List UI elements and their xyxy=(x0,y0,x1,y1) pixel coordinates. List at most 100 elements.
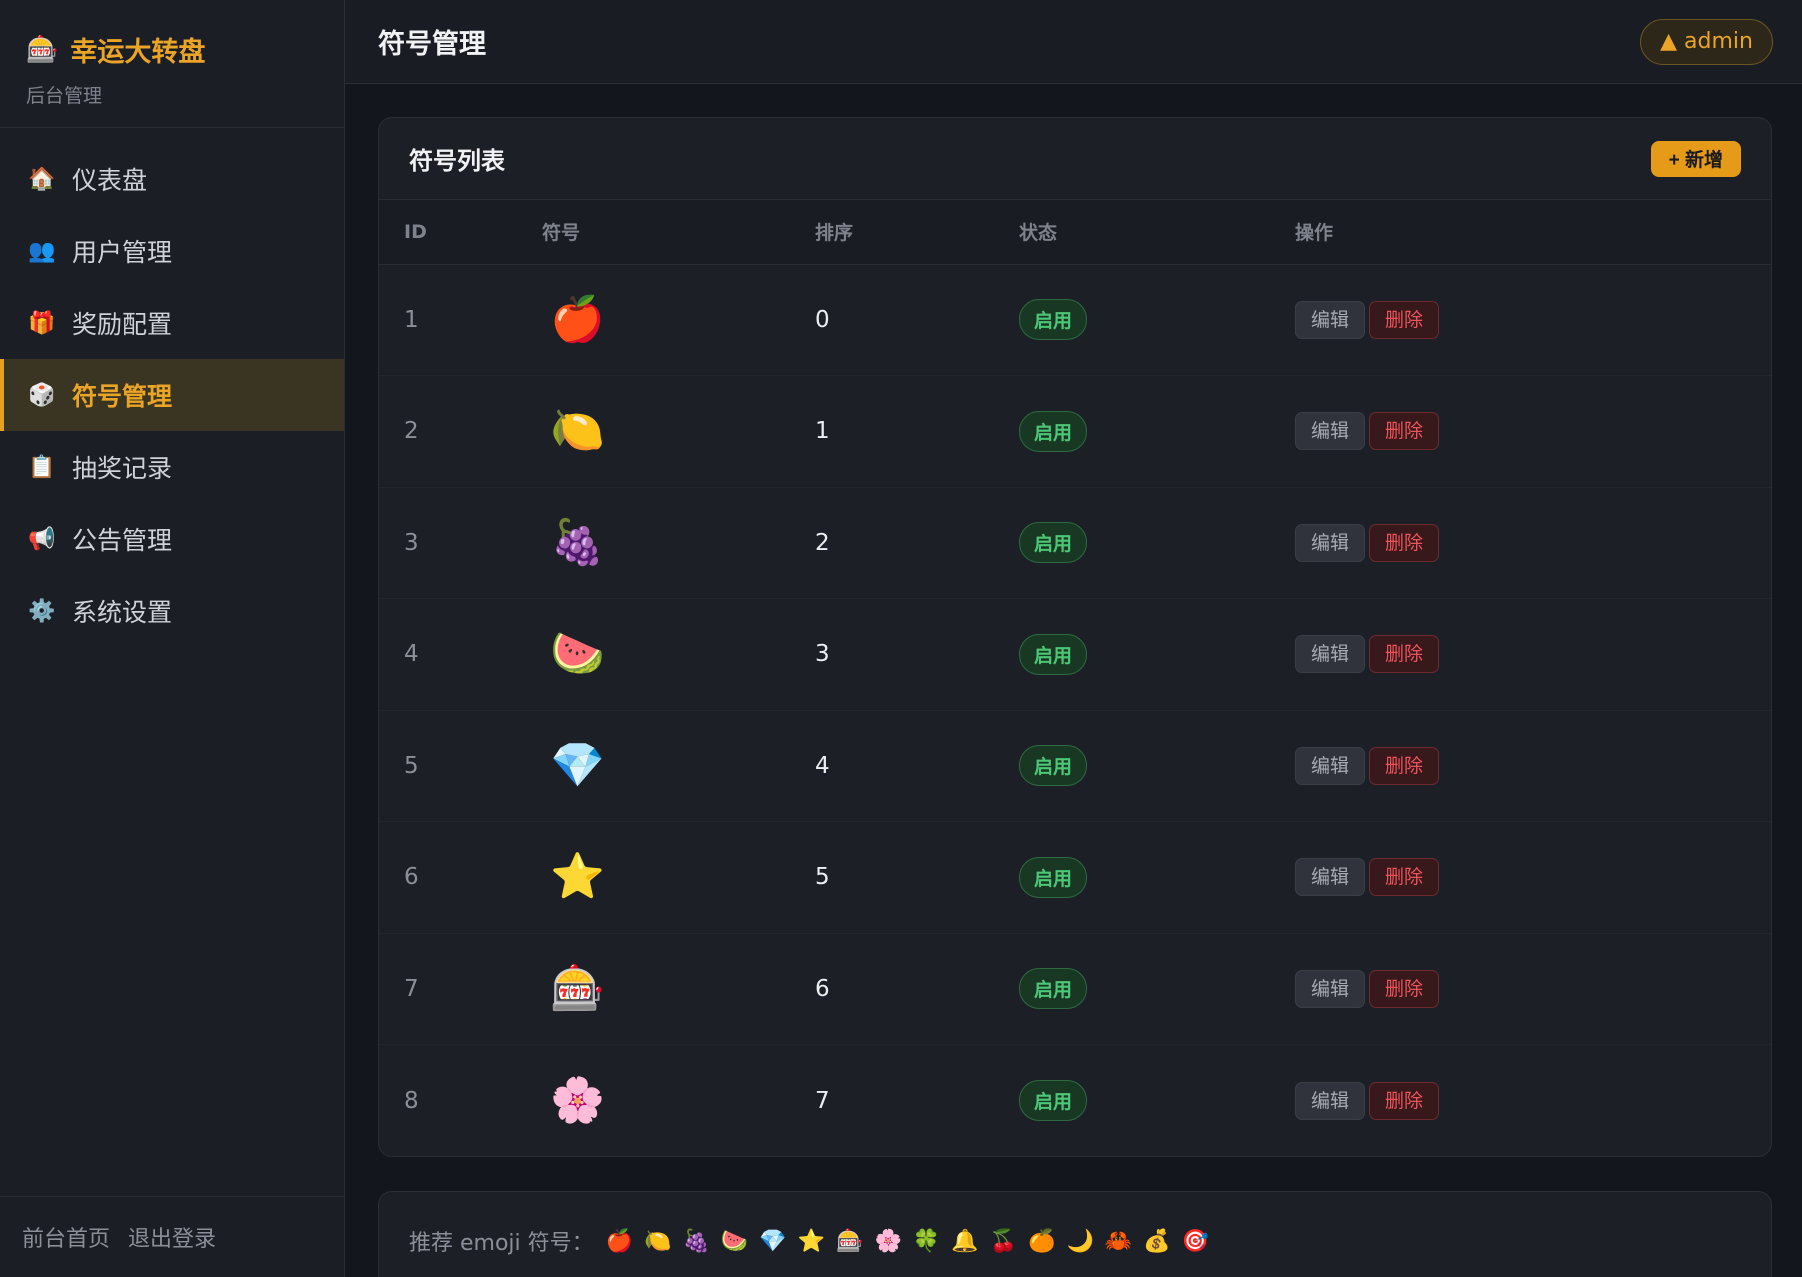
cell-id: 5 xyxy=(404,752,419,779)
table-head: ID 符号 排序 状态 操作 xyxy=(379,200,1771,265)
cell-actions: 编辑 删除 xyxy=(1295,487,1771,599)
dice-icon: 🎲 xyxy=(28,382,56,408)
symbol-emoji: ⭐ xyxy=(550,851,605,903)
cell-sort: 6 xyxy=(815,975,830,1002)
table-row: 4 🍉 3 启用 编辑 删除 xyxy=(379,599,1771,711)
symbol-emoji: 🍇 xyxy=(550,516,605,568)
cell-sort: 5 xyxy=(815,864,830,891)
recommend-emoji[interactable]: 🍒 xyxy=(990,1229,1017,1254)
user-menu[interactable]: ▲ admin xyxy=(1640,18,1773,65)
cell-symbol: 🍉 xyxy=(542,599,815,711)
delete-button[interactable]: 删除 xyxy=(1369,300,1440,339)
cell-status: 启用 xyxy=(1019,933,1295,1045)
sidebar-item-5[interactable]: 📢 公告管理 xyxy=(0,503,344,575)
recommend-emoji[interactable]: 🌙 xyxy=(1067,1229,1094,1254)
cell-id: 1 xyxy=(404,306,419,333)
edit-button[interactable]: 编辑 xyxy=(1295,635,1366,674)
delete-button[interactable]: 删除 xyxy=(1369,969,1440,1008)
gear-icon: ⚙️ xyxy=(28,598,56,624)
status-badge: 启用 xyxy=(1019,410,1088,452)
cell-actions: 编辑 删除 xyxy=(1295,1045,1771,1157)
edit-button[interactable]: 编辑 xyxy=(1295,969,1366,1008)
recommend-emoji[interactable]: 🎰 xyxy=(836,1229,863,1254)
recommend-emoji[interactable]: 🍊 xyxy=(1028,1229,1055,1254)
frontend-home-link[interactable]: 前台首页 xyxy=(22,1221,110,1253)
cell-status: 启用 xyxy=(1019,822,1295,934)
edit-button[interactable]: 编辑 xyxy=(1295,412,1366,451)
table-row: 6 ⭐ 5 启用 编辑 删除 xyxy=(379,822,1771,934)
recommend-emoji[interactable]: 🍋 xyxy=(644,1229,671,1254)
cell-symbol: 🍋 xyxy=(542,376,815,488)
recommend-emoji[interactable]: 💰 xyxy=(1143,1229,1170,1254)
cell-actions: 编辑 删除 xyxy=(1295,599,1771,711)
brand-subtitle: 后台管理 xyxy=(26,85,103,107)
symbol-emoji: 🍉 xyxy=(550,628,605,680)
cell-id: 4 xyxy=(404,641,419,668)
cell-id: 7 xyxy=(404,975,419,1002)
megaphone-icon: 📢 xyxy=(28,526,56,552)
edit-button[interactable]: 编辑 xyxy=(1295,746,1366,785)
cell-sort: 4 xyxy=(815,752,830,779)
status-badge: 启用 xyxy=(1019,745,1088,787)
recommend-emoji[interactable]: 🍉 xyxy=(721,1229,748,1254)
recommend-emoji[interactable]: 💎 xyxy=(759,1229,786,1254)
cell-status: 启用 xyxy=(1019,1045,1295,1157)
sidebar-item-label: 抽奖记录 xyxy=(72,454,173,483)
delete-button[interactable]: 删除 xyxy=(1369,1081,1440,1120)
table-row: 8 🌸 7 启用 编辑 删除 xyxy=(379,1045,1771,1157)
cell-symbol: 🌸 xyxy=(542,1045,815,1157)
cell-sort: 2 xyxy=(815,529,830,556)
recommend-emoji-list: 🍎 🍋 🍇 🍉 💎 ⭐ 🎰 🌸 🍀 🔔 🍒 🍊 🌙 🦀 💰 🎯 xyxy=(606,1229,1210,1254)
sidebar-item-0[interactable]: 🏠 仪表盘 xyxy=(0,143,344,215)
sidebar-item-label: 奖励配置 xyxy=(72,310,173,339)
sidebar-item-3[interactable]: 🎲 符号管理 xyxy=(0,359,344,431)
recommend-emoji-card: 推荐 emoji 符号： 🍎 🍋 🍇 🍉 💎 ⭐ 🎰 🌸 🍀 🔔 🍒 🍊 🌙 🦀 💰 🎯 xyxy=(378,1191,1772,1277)
symbol-list-card: 符号列表 + 新增 ID 符号 排序 状态 操作 1 🍎 0 启用 编辑 删除 2 🍋 1 启用编… xyxy=(378,117,1772,1157)
recommend-emoji[interactable]: 🍇 xyxy=(682,1229,709,1254)
recommend-emoji[interactable]: 🦀 xyxy=(1105,1229,1132,1254)
sidebar-item-6[interactable]: ⚙️ 系统设置 xyxy=(0,575,344,647)
brand-row: 🎰 幸运大转盘 xyxy=(26,30,318,69)
logout-link[interactable]: 退出登录 xyxy=(128,1221,216,1253)
cell-id: 6 xyxy=(404,864,419,891)
column-header-id: ID xyxy=(379,200,542,265)
symbol-emoji: 🍋 xyxy=(550,405,605,457)
edit-button[interactable]: 编辑 xyxy=(1295,300,1366,339)
recommend-emoji[interactable]: ⭐ xyxy=(798,1229,825,1254)
cell-symbol: 🍇 xyxy=(542,487,815,599)
cell-id: 2 xyxy=(404,418,419,445)
slot-machine-icon: 🎰 xyxy=(26,34,59,65)
cell-status: 启用 xyxy=(1019,710,1295,822)
sidebar-item-4[interactable]: 📋 抽奖记录 xyxy=(0,431,344,503)
cell-actions: 编辑 删除 xyxy=(1295,376,1771,488)
sidebar-item-1[interactable]: 👥 用户管理 xyxy=(0,215,344,287)
sidebar-item-label: 公告管理 xyxy=(72,526,173,555)
delete-button[interactable]: 删除 xyxy=(1369,412,1440,451)
edit-button[interactable]: 编辑 xyxy=(1295,858,1366,897)
recommend-emoji[interactable]: 🎯 xyxy=(1182,1229,1209,1254)
recommend-label: 推荐 emoji 符号： xyxy=(409,1231,594,1256)
table-row: 5 💎 4 启用 编辑 删除 xyxy=(379,710,1771,822)
delete-button[interactable]: 删除 xyxy=(1369,635,1440,674)
add-symbol-button[interactable]: + 新增 xyxy=(1650,140,1741,177)
cell-actions: 编辑 删除 xyxy=(1295,710,1771,822)
sidebar-item-label: 符号管理 xyxy=(72,382,173,411)
column-header-actions: 操作 xyxy=(1295,200,1771,265)
recommend-emoji[interactable]: 🌸 xyxy=(874,1229,901,1254)
sidebar-item-2[interactable]: 🎁 奖励配置 xyxy=(0,287,344,359)
symbol-emoji: 🌸 xyxy=(550,1074,605,1126)
content: 符号列表 + 新增 ID 符号 排序 状态 操作 1 🍎 0 启用 编辑 删除 2 🍋 1 启用编… xyxy=(345,84,1802,1277)
status-badge: 启用 xyxy=(1019,633,1088,675)
recommend-emoji[interactable]: 🍎 xyxy=(606,1229,633,1254)
edit-button[interactable]: 编辑 xyxy=(1295,1081,1366,1120)
edit-button[interactable]: 编辑 xyxy=(1295,523,1366,562)
recommend-emoji[interactable]: 🍀 xyxy=(913,1229,940,1254)
table-row: 2 🍋 1 启用 编辑 删除 xyxy=(379,376,1771,488)
table-header-row: ID 符号 排序 状态 操作 xyxy=(379,200,1771,265)
delete-button[interactable]: 删除 xyxy=(1369,523,1440,562)
status-badge: 启用 xyxy=(1019,299,1088,341)
delete-button[interactable]: 删除 xyxy=(1369,858,1440,897)
delete-button[interactable]: 删除 xyxy=(1369,746,1440,785)
recommend-emoji[interactable]: 🔔 xyxy=(951,1229,978,1254)
column-header-symbol: 符号 xyxy=(542,200,815,265)
